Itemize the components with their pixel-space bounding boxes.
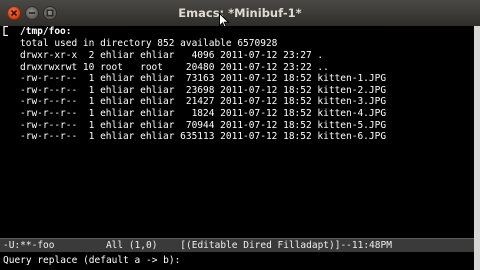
- window-title: Emacs: *Minibuf-1*: [178, 6, 302, 20]
- mode-line: -U:**-foo All (1,0) [(Editable Dired Fil…: [0, 238, 474, 252]
- file-row-dotdot[interactable]: drwxrwxrwt 10 root root 20480 2011-07-12…: [20, 62, 386, 74]
- title-bar[interactable]: Emacs: *Minibuf-1*: [0, 0, 480, 29]
- file-row-kitten-5[interactable]: -rw-r--r-- 1 ehliar ehliar 70944 2011-07…: [20, 120, 386, 132]
- file-listing: drwxr-xr-x 2 ehliar ehliar 4096 2011-07-…: [20, 50, 386, 143]
- file-row-kitten-3[interactable]: -rw-r--r-- 1 ehliar ehliar 21427 2011-07…: [20, 96, 386, 108]
- file-row-kitten-1[interactable]: -rw-r--r-- 1 ehliar ehliar 73163 2011-07…: [20, 73, 386, 85]
- emacs-window: Emacs: *Minibuf-1* /tmp/foo: total used …: [0, 0, 480, 270]
- minibuffer-prompt: Query replace (default a -> b):: [3, 255, 181, 266]
- file-row-kitten-2[interactable]: -rw-r--r-- 1 ehliar ehliar 23698 2011-07…: [20, 85, 386, 97]
- dired-buffer[interactable]: /tmp/foo: total used in directory 852 av…: [0, 26, 474, 238]
- window-edge: [474, 26, 480, 270]
- fringe-indicator-icon: [3, 26, 8, 36]
- file-row-kitten-6[interactable]: -rw-r--r-- 1 ehliar ehliar 635113 2011-0…: [20, 131, 386, 143]
- minibuffer[interactable]: Query replace (default a -> b):: [0, 252, 474, 270]
- mode-line-text: -U:**-foo All (1,0) [(Editable Dired Fil…: [3, 240, 392, 251]
- directory-header: /tmp/foo:: [20, 26, 72, 37]
- file-row-kitten-4[interactable]: -rw-r--r-- 1 ehliar ehliar 1824 2011-07-…: [20, 108, 386, 120]
- disk-usage-summary: total used in directory 852 available 65…: [20, 38, 278, 49]
- file-row-dot[interactable]: drwxr-xr-x 2 ehliar ehliar 4096 2011-07-…: [20, 50, 386, 62]
